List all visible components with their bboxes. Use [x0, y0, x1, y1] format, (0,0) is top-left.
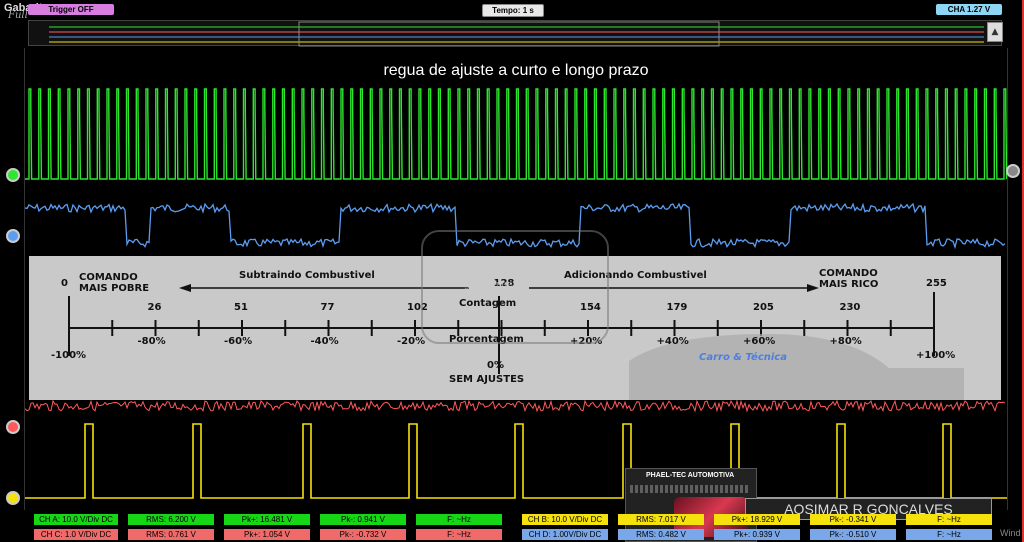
ruler-count-9: 230	[839, 302, 861, 313]
chc-scale[interactable]: CH C: 1.0 V/Div DC	[34, 529, 118, 540]
subtract-label: Subtraindo Combustivel	[239, 270, 375, 281]
chd-peak-min: Pk-: -0.510 V	[810, 529, 896, 540]
cha-frequency: F: ~Hz	[416, 514, 502, 525]
top-toolbar: Gabarito Trigger OFF Tempo: 1 s CHA 1.27…	[0, 0, 1024, 21]
channel-b-marker[interactable]	[6, 229, 20, 243]
chd-peak-max: Pk+: 0.939 V	[714, 529, 800, 540]
chc-peak-max: Pk+: 1.054 V	[224, 529, 310, 540]
channel-a-marker[interactable]	[6, 168, 20, 182]
ruler-percent-4: -20%	[397, 336, 426, 347]
chb-scale[interactable]: CH B: 10.0 V/Div DC	[522, 514, 608, 525]
ruler-count-1: 26	[147, 302, 162, 313]
cha-rms: RMS: 6.200 V	[128, 514, 214, 525]
left-command-label: COMANDO MAIS POBRE	[79, 272, 150, 294]
ruler-count-8: 205	[753, 302, 774, 313]
chd-scale[interactable]: CH D: 1.00V/Div DC	[522, 529, 608, 540]
chd-rms: RMS: 0.482 V	[618, 529, 704, 540]
ruler-count-3: 77	[320, 302, 335, 313]
ruler-count-2: 51	[234, 302, 248, 313]
channel-a-readout[interactable]: CHA 1.27 V	[936, 4, 1002, 15]
logo-text: Full	[8, 10, 28, 21]
channel-a-trace	[25, 88, 1007, 180]
channel-d-trace	[25, 423, 1007, 499]
scope-title: regua de ajuste a curto e longo prazo	[383, 62, 649, 79]
trigger-level-marker[interactable]	[1006, 164, 1020, 178]
ruler-count-0: 0	[61, 278, 68, 289]
no-adjust-label: SEM AJUSTES	[449, 374, 525, 385]
watermark-logo: Jovino Transdutores Tecnologia e Engenha…	[421, 230, 609, 344]
channel-c-marker[interactable]	[6, 420, 20, 434]
ruler-percent-1: -80%	[137, 336, 166, 347]
channel-d-marker[interactable]	[6, 491, 20, 505]
cha-peak-min: Pk-: 0.941 V	[320, 514, 406, 525]
cha-peak-max: Pk+: 16.481 V	[224, 514, 310, 525]
chb-frequency: F: ~Hz	[906, 514, 992, 525]
scroll-right-button[interactable]: ▲	[987, 22, 1003, 42]
ruler-percent-9: +80%	[829, 336, 862, 347]
scope-display[interactable]: regua de ajuste a curto e longo prazo CO…	[24, 48, 1008, 542]
overview-traces	[49, 21, 984, 47]
ruler-count-7: 179	[666, 302, 688, 313]
ruler-percent-7: +40%	[656, 336, 689, 347]
zero-percent-label: 0%	[487, 360, 504, 371]
timebase-button[interactable]: Tempo: 1 s	[482, 4, 544, 17]
overview-strip[interactable]	[28, 20, 1002, 47]
cha-scale[interactable]: CH A: 10.0 V/Div DC	[34, 514, 118, 525]
ruler-percent-8: +60%	[743, 336, 776, 347]
chd-frequency: F: ~Hz	[906, 529, 992, 540]
trigger-pill[interactable]: Trigger OFF	[28, 4, 114, 15]
watermark-subtitle: Tecnologia e Engenharia Automotiva	[429, 280, 598, 290]
car-logo-text: Carro & Técnica	[699, 352, 787, 363]
ruler-percent-2: -60%	[224, 336, 253, 347]
ruler-percent-3: -40%	[310, 336, 339, 347]
chb-rms: RMS: 7.017 V	[618, 514, 704, 525]
ruler-percent-0: -100%	[51, 350, 87, 361]
chc-frequency: F: ~Hz	[416, 529, 502, 540]
ruler-count-10: 255	[926, 278, 947, 289]
watermark-title: Jovino Transdutores	[437, 254, 601, 273]
right-command-label: COMANDO MAIS RICO	[819, 268, 879, 290]
chc-peak-min: Pk-: -0.732 V	[320, 529, 406, 540]
promo-title: PHAEL-TEC AUTOMOTIVA	[646, 472, 735, 479]
chc-rms: RMS: 0.761 V	[128, 529, 214, 540]
windows-activation-text: Wind	[1000, 528, 1021, 538]
chb-peak-max: Pk+: 18.929 V	[714, 514, 800, 525]
promo-text-block	[630, 485, 750, 493]
ruler-percent-10: +100%	[916, 350, 956, 361]
chb-peak-min: Pk-: -0.341 V	[810, 514, 896, 525]
